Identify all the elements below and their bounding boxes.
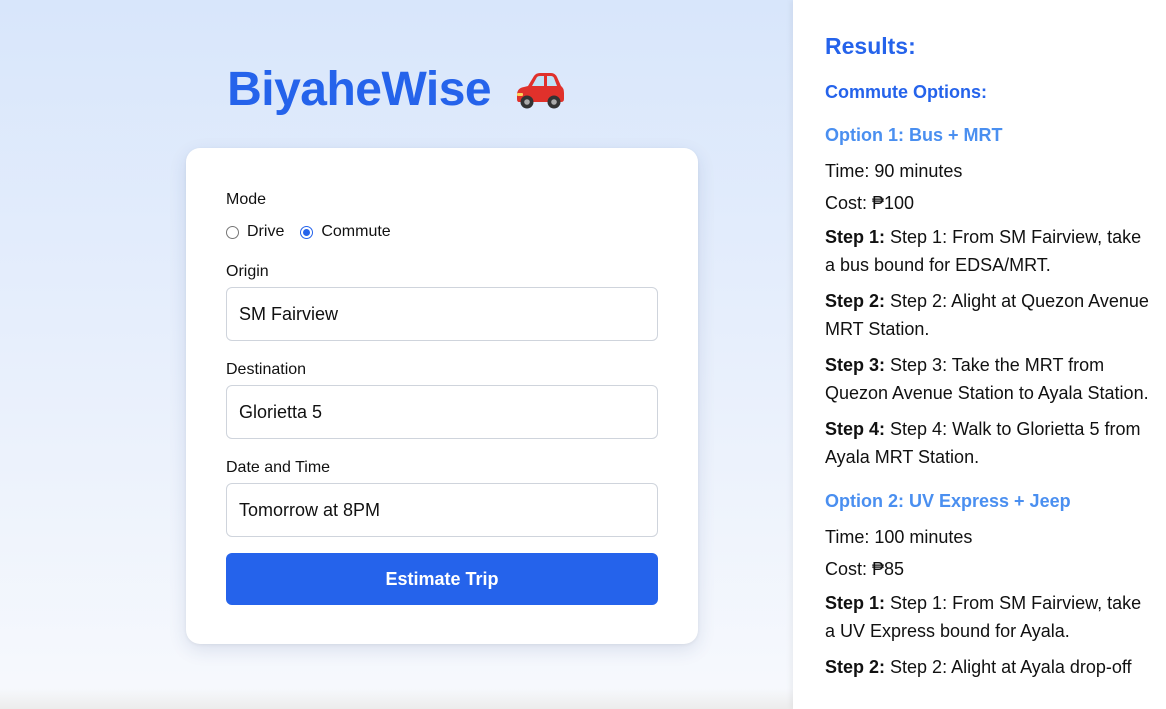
step-item: Step 1: Step 1: From SM Fairview, take a… xyxy=(825,223,1155,279)
trip-form-card: Mode Drive Commute Origin Destination Da… xyxy=(186,148,698,644)
datetime-label: Date and Time xyxy=(226,459,331,476)
app-title: BiyaheWise xyxy=(0,62,793,123)
step-label: Step 3: xyxy=(825,355,886,375)
commute-radio-label[interactable]: Commute xyxy=(321,223,390,241)
option-time: Time: 100 minutes xyxy=(825,527,973,547)
step-item: Step 2: Step 2: Alight at Quezon Avenue … xyxy=(825,287,1155,343)
step-label: Step 2: xyxy=(825,291,886,311)
option-title: Option 2: UV Express + Jeep xyxy=(825,491,1071,511)
commute-options-title: Commute Options: xyxy=(825,82,987,102)
origin-input[interactable] xyxy=(226,287,658,341)
step-text: Step 2: Alight at Ayala drop-off xyxy=(890,657,1132,677)
option-cost: Cost: ₱85 xyxy=(825,559,905,579)
commute-radio[interactable] xyxy=(300,225,314,239)
step-item: Step 3: Step 3: Take the MRT from Quezon… xyxy=(825,351,1155,407)
option-cost: Cost: ₱100 xyxy=(825,193,915,213)
step-label: Step 1: xyxy=(825,227,886,247)
destination-label: Destination xyxy=(226,361,307,378)
option-time: Time: 90 minutes xyxy=(825,161,963,181)
step-label: Step 2: xyxy=(825,657,886,677)
option-title: Option 1: Bus + MRT xyxy=(825,125,1003,145)
app-root: BiyaheWise Mode Drive Commute Origin SM … xyxy=(0,0,1166,709)
bottom-fade xyxy=(0,688,793,709)
estimate-trip-button[interactable]: Estimate Trip xyxy=(226,553,658,605)
results-panel[interactable]: Results: Commute Options: Option 1: Bus … xyxy=(793,0,1166,709)
app-title-text: BiyaheWise xyxy=(227,63,492,116)
car-icon xyxy=(512,67,566,123)
step-label: Step 4: xyxy=(825,419,886,439)
destination-input[interactable] xyxy=(226,385,658,439)
step-label: Step 1: xyxy=(825,593,886,613)
mode-label: Mode xyxy=(226,191,267,208)
step-item: Step 1: Step 1: From SM Fairview, take a… xyxy=(825,589,1155,645)
mode-radio-group: Drive Commute xyxy=(226,222,407,242)
option-2: Option 2: UV Express + Jeep Time: 100 mi… xyxy=(825,491,1155,681)
step-item: Step 2: Step 2: Alight at Ayala drop-off xyxy=(825,653,1155,681)
results-content: Results: Commute Options: Option 1: Bus … xyxy=(825,33,1155,701)
drive-radio-label[interactable]: Drive xyxy=(247,223,284,241)
step-item: Step 4: Step 4: Walk to Glorietta 5 from… xyxy=(825,415,1155,471)
option-1: Option 1: Bus + MRT Time: 90 minutes Cos… xyxy=(825,125,1155,471)
datetime-input[interactable] xyxy=(226,483,658,537)
results-title: Results: xyxy=(825,33,916,59)
origin-label: Origin xyxy=(226,263,269,280)
form-panel: BiyaheWise Mode Drive Commute Origin SM … xyxy=(0,0,793,709)
drive-radio[interactable] xyxy=(226,225,239,239)
